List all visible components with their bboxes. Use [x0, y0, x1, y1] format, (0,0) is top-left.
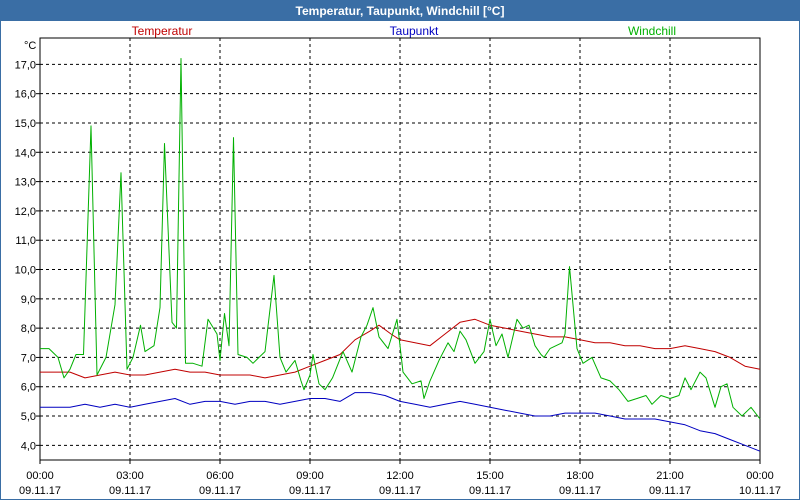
y-axis-label: °C	[24, 40, 36, 52]
x-tick-date: 09.11.17	[559, 485, 601, 497]
y-tick-label: 11,0	[15, 235, 36, 247]
legend-item-taupunkt: Taupunkt	[390, 24, 439, 38]
y-tick-label: 6,0	[21, 382, 36, 394]
x-tick-date: 09.11.17	[199, 485, 241, 497]
x-tick-time: 12:00	[386, 470, 414, 482]
x-tick-time: 15:00	[476, 470, 504, 482]
y-axis: 4,0 5,0 6,0 7,0 8,0 9,0 10,0 11,0 12,0 13,0 14,0 15…	[15, 59, 40, 452]
y-tick-label: 7,0	[21, 352, 36, 364]
x-tick-date: 09.11.17	[19, 485, 61, 497]
x-tick-time: 06:00	[206, 470, 234, 482]
x-tick-date: 09.11.17	[109, 485, 151, 497]
x-tick-date: 09.11.17	[289, 485, 331, 497]
x-axis: 00:00 09.11.17 03:00 09.11.17 06:00 09.11.17 0…	[19, 460, 781, 497]
x-tick-time: 00:00	[746, 470, 774, 482]
line-chart: 4,0 5,0 6,0 7,0 8,0 9,0 10,0 11,0 12,0 13,0 14,0 15…	[15, 24, 781, 497]
x-tick-time: 18:00	[566, 470, 594, 482]
legend-item-windchill: Windchill	[628, 24, 676, 38]
y-tick-label: 4,0	[21, 440, 36, 452]
x-tick-date: 09.11.17	[649, 485, 691, 497]
y-tick-label: 10,0	[15, 265, 36, 277]
x-tick-time: 21:00	[656, 470, 684, 482]
y-tick-label: 16,0	[15, 89, 36, 101]
y-tick-label: 15,0	[15, 118, 36, 130]
y-tick-label: 14,0	[15, 147, 36, 159]
legend-item-temperatur: Temperatur	[132, 24, 193, 38]
y-tick-label: 9,0	[21, 294, 36, 306]
y-tick-label: 8,0	[21, 323, 36, 335]
x-tick-time: 09:00	[296, 470, 324, 482]
y-tick-label: 17,0	[15, 59, 36, 71]
x-tick-date: 09.11.17	[379, 485, 421, 497]
x-tick-date: 10.11.17	[739, 485, 781, 497]
x-tick-date: 09.11.17	[469, 485, 511, 497]
y-tick-label: 13,0	[15, 177, 36, 189]
legend: Temperatur Taupunkt Windchill	[132, 24, 676, 38]
x-tick-time: 00:00	[26, 470, 54, 482]
y-tick-label: 5,0	[21, 411, 36, 423]
x-tick-time: 03:00	[116, 470, 144, 482]
y-tick-label: 12,0	[15, 206, 36, 218]
